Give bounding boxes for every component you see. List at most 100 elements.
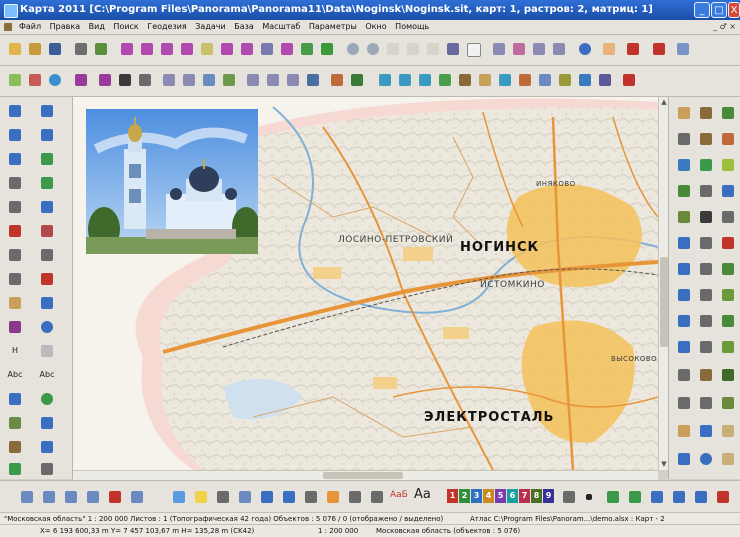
lighthouse-icon[interactable] [673,337,695,357]
ferry-icon[interactable] [673,449,695,469]
swamp-icon[interactable] [717,393,739,413]
city-label-noginsk[interactable]: НОГИНСК [460,240,539,255]
forest-icon[interactable] [717,365,739,385]
pencil-icon[interactable] [200,71,218,89]
horizontal-scroll-thumb[interactable] [323,472,403,479]
join-line-icon[interactable] [96,71,114,89]
meadow-icon[interactable] [717,337,739,357]
color-slot-4[interactable]: 4 [483,489,494,503]
pen-icon[interactable] [4,101,26,121]
stack-icon[interactable] [328,71,346,89]
height-label[interactable]: Н [4,341,26,361]
junction-icon[interactable] [695,233,717,253]
open-map-icon[interactable] [26,40,44,58]
minimize-button[interactable]: _ [694,2,710,18]
tower-icon[interactable] [695,285,717,305]
rectangle-icon[interactable] [36,173,58,193]
orange-line-icon[interactable] [324,488,342,506]
diamond-icon[interactable] [302,488,320,506]
maximize-button[interactable]: □ [711,2,727,18]
cross-icon[interactable] [673,233,695,253]
fence-icon[interactable] [220,71,238,89]
copy-window-icon[interactable] [18,488,36,506]
menu-window[interactable]: Окно [362,20,389,34]
sand-icon[interactable] [717,421,739,441]
tilde-icon[interactable] [717,181,739,201]
point-object-icon[interactable] [4,173,26,193]
zoom-one-to-one-icon[interactable] [384,40,402,58]
menu-view[interactable]: Вид [86,20,108,34]
color-slot-9[interactable]: 9 [543,489,554,503]
pole-icon[interactable] [695,207,717,227]
window-list-icon[interactable] [284,71,302,89]
globe-icon[interactable] [46,71,64,89]
curve-icon[interactable] [4,125,26,145]
label-icon[interactable] [396,71,414,89]
zoom-in-icon[interactable] [364,40,382,58]
diagonal-tool-icon[interactable] [280,488,298,506]
menu-parameters[interactable]: Параметры [306,20,360,34]
zoom-frame-icon[interactable] [404,40,422,58]
vertical-scroll-thumb[interactable] [660,257,668,347]
scatter-icon[interactable] [236,488,254,506]
cursor-a-icon[interactable] [4,317,26,337]
leaf-icon[interactable] [717,155,739,175]
sign-icon[interactable] [695,421,717,441]
town-label-inyakovo[interactable]: ИНЯКОВО [536,180,576,188]
pier-icon[interactable] [673,311,695,331]
lock-icon[interactable] [673,421,695,441]
polygon-icon[interactable] [36,149,58,169]
stacked-chart-icon[interactable] [670,488,688,506]
town-label-losino[interactable]: ЛОСИНО-ПЕТРОВСКИЙ [338,235,453,245]
histogram-icon[interactable] [692,488,710,506]
color-slot-1[interactable]: 1 [447,489,458,503]
text-abc-edit-label[interactable]: Abc [36,365,58,385]
copy-object-icon[interactable] [136,71,154,89]
polyline-icon[interactable] [4,149,26,169]
relief-icon[interactable] [476,71,494,89]
boat-icon[interactable] [673,285,695,305]
bench-icon[interactable] [695,181,717,201]
slope-icon[interactable] [496,71,514,89]
hand-icon[interactable] [600,40,618,58]
dropdown-arrow-icon[interactable] [580,488,598,506]
line-tool-icon[interactable] [258,488,276,506]
save-icon[interactable] [46,40,64,58]
search-plus-icon[interactable] [36,389,58,409]
zoom-whole-icon[interactable] [424,40,442,58]
building-icon[interactable] [673,129,695,149]
waves-icon[interactable] [536,71,554,89]
yellow-flag-icon[interactable] [192,488,210,506]
dots-icon[interactable] [214,488,232,506]
grid-icon[interactable] [490,40,508,58]
open-folder-icon[interactable] [6,40,24,58]
menu-search[interactable]: Поиск [110,20,141,34]
lightning-icon[interactable] [318,40,336,58]
arrow-line-icon[interactable] [717,207,739,227]
calendar-icon[interactable] [128,488,146,506]
select-tool-icon[interactable] [118,40,136,58]
city-label-elektrostal[interactable]: ЭЛЕКТРОСТАЛЬ [424,410,554,425]
grid-fill-icon[interactable] [4,197,26,217]
well-icon[interactable] [673,259,695,279]
semantics-icon[interactable] [376,71,394,89]
text-size-label[interactable]: Аа [414,487,431,502]
corner-icon[interactable] [36,437,58,457]
gate-icon[interactable] [695,393,717,413]
dotted-frame-icon[interactable] [36,341,58,361]
area-fill-icon[interactable] [673,181,695,201]
grass-icon[interactable] [717,285,739,305]
network-icon[interactable] [596,71,614,89]
ruler-icon[interactable] [4,293,26,313]
select-by-list-icon[interactable] [218,40,236,58]
brush-line-icon[interactable] [717,129,739,149]
monument-icon[interactable] [695,311,717,331]
select-all-icon[interactable] [238,40,256,58]
tree-icon[interactable] [717,103,739,123]
horizontal-scrollbar[interactable] [73,470,658,480]
symbol-icon[interactable] [416,71,434,89]
select-frame-icon[interactable] [198,40,216,58]
flag-icon[interactable] [36,413,58,433]
split-icon[interactable] [36,197,58,217]
town-label-istomkino[interactable]: ИСТОМКИНО [480,280,545,290]
